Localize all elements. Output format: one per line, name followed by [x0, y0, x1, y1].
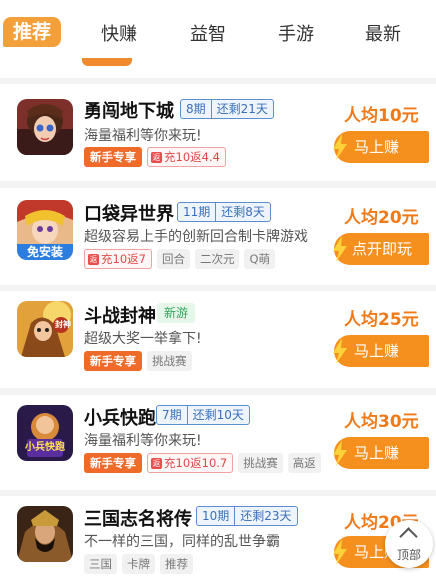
recharge-text: 充10返10.7 [164, 456, 228, 470]
recharge-tag: 返充10返10.7 [147, 453, 234, 473]
earn-now-button[interactable]: 马上赚 [333, 437, 429, 469]
average-reward: 人均20元 [344, 208, 419, 228]
previous-card-button-edge [82, 58, 132, 66]
lightning-icon [333, 134, 347, 160]
earn-now-button[interactable]: 马上赚 [333, 335, 429, 367]
arrow-up-icon [399, 527, 418, 546]
game-icon-soldier-run: 小兵快跑 [17, 405, 73, 461]
game-card-soldier-run[interactable]: 小兵快跑 小兵快跑 7期 还剩10天 海量福利等你来玩! 新手专享 返充10返1… [0, 395, 436, 490]
game-description: 海量福利等你来玩! [84, 128, 202, 144]
average-reward: 人均25元 [344, 310, 419, 330]
recharge-mark-icon: 返 [88, 253, 99, 265]
play-now-button[interactable]: 点开即玩 [333, 233, 429, 265]
new-game-badge: 新游 [157, 303, 196, 323]
newbie-tag: 新手专享 [84, 147, 142, 167]
previous-card-edge [0, 58, 436, 78]
no-install-label: 免安装 [26, 245, 63, 259]
lightning-icon [333, 539, 347, 565]
newbie-tag: 新手专享 [84, 453, 142, 473]
genre-tag: 三国 [84, 554, 117, 574]
recharge-text: 充10返7 [101, 252, 146, 266]
game-icon-pocket-world: 免安装 [17, 200, 73, 260]
newbie-tag: 新手专享 [84, 351, 142, 371]
game-card-three-kingdoms[interactable]: 三国志名将传 10期 还剩23天 不一样的三国，同样的乱世争霸 三国 卡牌 推荐… [0, 496, 436, 586]
game-card-pocket-world[interactable]: 免安装 口袋异世界 11期 还剩8天 超级容易上手的创新回合制卡牌游戏 返充10… [0, 188, 436, 285]
game-title: 勇闯地下城 [84, 101, 174, 122]
average-reward: 人均30元 [344, 412, 419, 432]
period-badge: 11期 还剩8天 [177, 202, 271, 222]
genre-tag: 卡牌 [122, 554, 155, 574]
recharge-mark-icon: 返 [151, 457, 162, 469]
period-label: 11期 [183, 205, 211, 219]
game-title: 斗战封神 [84, 306, 156, 327]
back-to-top-label: 顶部 [396, 548, 421, 562]
genre-tag: 挑战赛 [147, 351, 192, 371]
period-label: 7期 [162, 408, 182, 422]
tab-newest[interactable]: 最新 [365, 20, 401, 46]
remaining-days: 还剩8天 [215, 203, 270, 221]
remaining-days: 还剩21天 [210, 100, 273, 118]
game-description: 超级容易上手的创新回合制卡牌游戏 [84, 229, 308, 245]
earn-now-label: 马上赚 [354, 444, 400, 462]
game-title: 口袋异世界 [84, 204, 174, 225]
remaining-days: 还剩23天 [234, 507, 296, 525]
tag-list: 三国 卡牌 推荐 [84, 554, 193, 574]
game-description: 不一样的三国，同样的乱世争霸 [84, 534, 280, 550]
game-title: 小兵快跑 [84, 408, 156, 429]
period-label: 10期 [202, 509, 230, 523]
genre-tag: Q萌 [244, 249, 276, 269]
tab-recommend[interactable]: 推荐 [3, 17, 61, 47]
earn-now-button[interactable]: 马上赚 [333, 131, 429, 163]
game-icon-battle-god: 封神 [17, 301, 73, 357]
earn-now-label: 马上赚 [354, 138, 400, 156]
game-icon-three-kingdoms [17, 506, 73, 562]
back-to-top-button[interactable]: 顶部 [385, 520, 433, 568]
recharge-text: 充10返4.4 [164, 150, 220, 164]
tag-list: 新手专享 返充10返4.4 [84, 147, 226, 167]
earn-now-label: 马上赚 [354, 342, 400, 360]
lightning-icon [333, 338, 347, 364]
tag-list: 新手专享 挑战赛 [84, 351, 192, 371]
recharge-tag: 返充10返7 [84, 249, 152, 269]
play-now-label: 点开即玩 [352, 240, 413, 258]
game-title: 三国志名将传 [84, 509, 192, 530]
lightning-icon [333, 440, 347, 466]
genre-tag: 推荐 [160, 554, 193, 574]
genre-tag: 高返 [287, 453, 321, 473]
genre-tag: 挑战赛 [238, 453, 283, 473]
period-badge: 8期 还剩21天 [180, 99, 274, 119]
tab-puzzle[interactable]: 益智 [190, 20, 226, 46]
period-label: 8期 [186, 102, 206, 116]
remaining-days: 还剩10天 [186, 406, 249, 424]
tab-mobile-games[interactable]: 手游 [278, 20, 314, 46]
icon-seal-text: 封神 [55, 320, 71, 329]
category-tabs: 推荐 快赚 益智 手游 最新 [0, 0, 436, 62]
game-description: 超级大奖一举拿下! [84, 331, 202, 347]
tag-list: 返充10返7 回合 二次元 Q萌 [84, 249, 276, 269]
game-card-battle-god[interactable]: 封神 斗战封神 新游 超级大奖一举拿下! 新手专享 挑战赛 人均25元 马上赚 [0, 291, 436, 388]
period-badge: 7期 还剩10天 [156, 405, 250, 425]
game-icon-dungeon [17, 99, 73, 155]
average-reward: 人均10元 [344, 106, 419, 126]
recharge-tag: 返充10返4.4 [147, 147, 226, 167]
period-badge: 10期 还剩23天 [196, 506, 298, 526]
tab-quick-earn[interactable]: 快赚 [101, 20, 137, 46]
tag-list: 新手专享 返充10返10.7 挑战赛 高返 [84, 453, 321, 473]
genre-tag: 二次元 [194, 249, 240, 269]
genre-tag: 回合 [156, 249, 190, 269]
game-description: 海量福利等你来玩! [84, 433, 202, 449]
game-card-dungeon[interactable]: 勇闯地下城 8期 还剩21天 海量福利等你来玩! 新手专享 返充10返4.4 人… [0, 84, 436, 181]
recharge-mark-icon: 返 [151, 151, 162, 163]
icon-logo-text: 小兵快跑 [25, 442, 65, 453]
lightning-icon [333, 236, 347, 262]
